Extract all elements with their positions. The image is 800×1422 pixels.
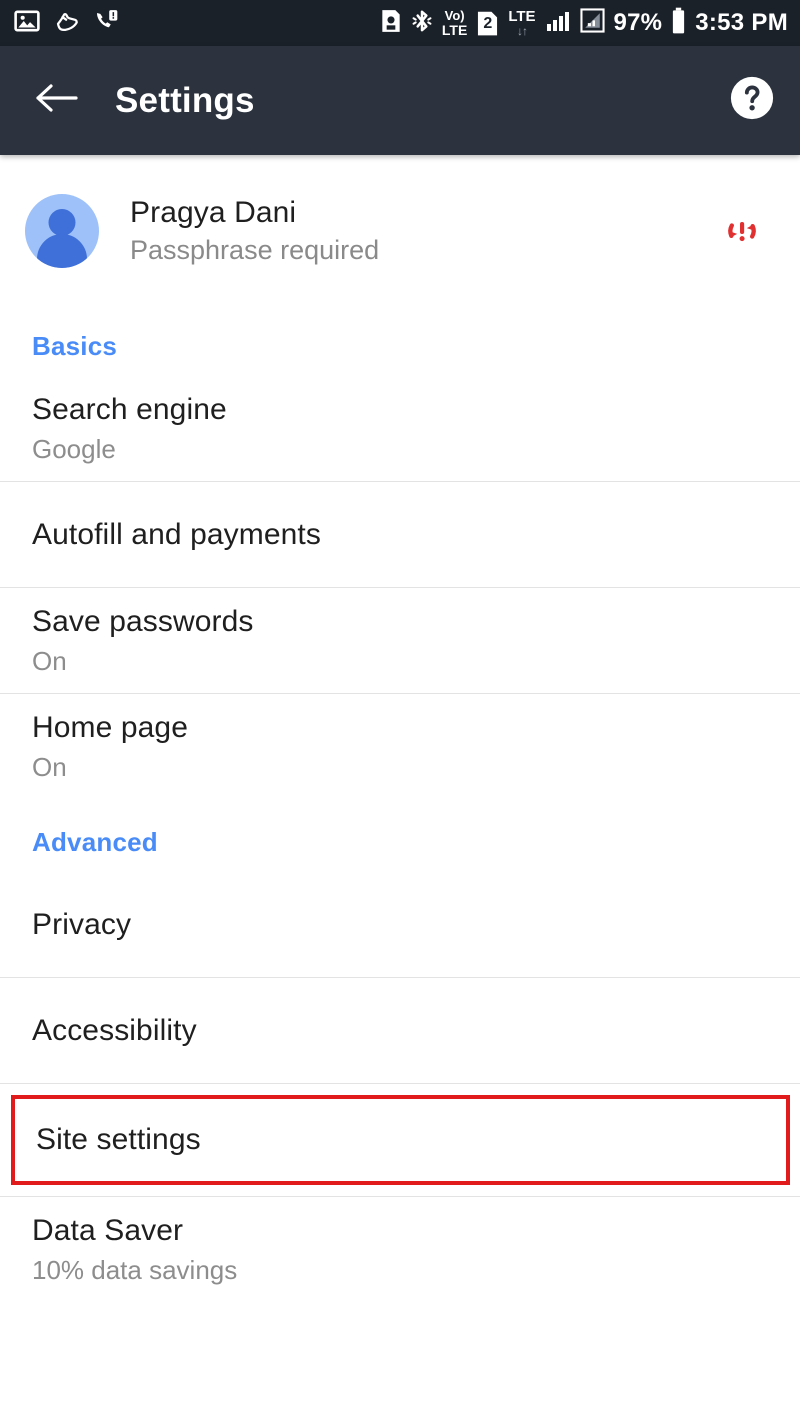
- settings-list: Pragya Dani Passphrase required Basics S…: [0, 155, 800, 1422]
- list-item-subtitle: Google: [32, 433, 116, 464]
- list-item-title: Home page: [32, 710, 188, 744]
- avatar-body: [37, 234, 87, 268]
- sim2-icon: 2: [476, 10, 499, 37]
- volte-bottom-label: LTE: [441, 22, 468, 38]
- missed-call-icon: [93, 8, 120, 39]
- list-item-title: Accessibility: [32, 1013, 197, 1047]
- status-bar-left-icons: [14, 8, 120, 39]
- avatar-head: [48, 209, 76, 236]
- list-item-autofill-and-payments[interactable]: Autofill and payments: [0, 482, 800, 587]
- app-bar: Settings: [0, 46, 800, 155]
- back-button[interactable]: [30, 75, 82, 127]
- volte-top-label: Vo): [444, 8, 465, 23]
- section-header-advanced: Advanced: [32, 827, 158, 857]
- clock-label: 3:53 PM: [695, 9, 788, 36]
- lte-data-icon: LTE ↓↑: [508, 9, 535, 37]
- battery-icon: [671, 7, 686, 39]
- list-item-site-settings[interactable]: Site settings: [11, 1095, 790, 1185]
- list-item-title: Data Saver: [32, 1213, 184, 1247]
- page-title: Settings: [115, 80, 255, 120]
- signal-bars-icon: [545, 9, 571, 38]
- list-item-home-page[interactable]: Home page On: [0, 694, 800, 799]
- account-row[interactable]: Pragya Dani Passphrase required: [0, 155, 800, 307]
- shoe-icon: [53, 8, 80, 39]
- account-text: Pragya Dani Passphrase required: [130, 195, 379, 266]
- bluetooth-icon: [411, 8, 433, 39]
- list-item-subtitle: On: [32, 751, 67, 782]
- section-header-basics: Basics: [32, 331, 118, 361]
- list-item-accessibility[interactable]: Accessibility: [0, 978, 800, 1083]
- list-item-data-saver[interactable]: Data Saver 10% data savings: [0, 1197, 800, 1302]
- person-avatar-icon: [25, 194, 99, 268]
- list-item-search-engine[interactable]: Search engine Google: [0, 376, 800, 481]
- volte-icon: Vo) LTE: [442, 9, 467, 37]
- help-circle-icon: [729, 75, 775, 126]
- account-name: Pragya Dani: [130, 196, 297, 230]
- list-item-title: Search engine: [32, 392, 227, 426]
- list-item-title: Save passwords: [32, 604, 254, 638]
- sync-problem-icon[interactable]: [719, 208, 765, 254]
- list-item-title: Privacy: [32, 907, 132, 941]
- list-item-subtitle: 10% data savings: [32, 1254, 238, 1285]
- signal-secondary-icon: [579, 8, 605, 38]
- data-arrows-icon: ↓↑: [516, 24, 528, 38]
- help-button[interactable]: [728, 75, 776, 126]
- status-bar-right-icons: Vo) LTE 2 LTE ↓↑ 97% 3:53 PM: [380, 7, 788, 39]
- list-item-privacy[interactable]: Privacy: [0, 872, 800, 977]
- list-item-title: Autofill and payments: [32, 517, 321, 551]
- list-item-save-passwords[interactable]: Save passwords On: [0, 588, 800, 693]
- lte-label: LTE: [508, 8, 536, 25]
- sim-number-label: 2: [483, 15, 493, 32]
- list-item-title: Site settings: [36, 1123, 201, 1156]
- status-bar: Vo) LTE 2 LTE ↓↑ 97% 3:53 PM: [0, 0, 800, 46]
- photo-icon: [14, 8, 40, 39]
- list-item-subtitle: On: [32, 645, 67, 676]
- back-arrow-icon: [34, 81, 78, 120]
- site-settings-highlight: Site settings: [0, 1084, 800, 1185]
- account-status: Passphrase required: [130, 234, 380, 265]
- battery-percent-label: 97%: [613, 9, 663, 36]
- sync-android-icon: [380, 8, 402, 39]
